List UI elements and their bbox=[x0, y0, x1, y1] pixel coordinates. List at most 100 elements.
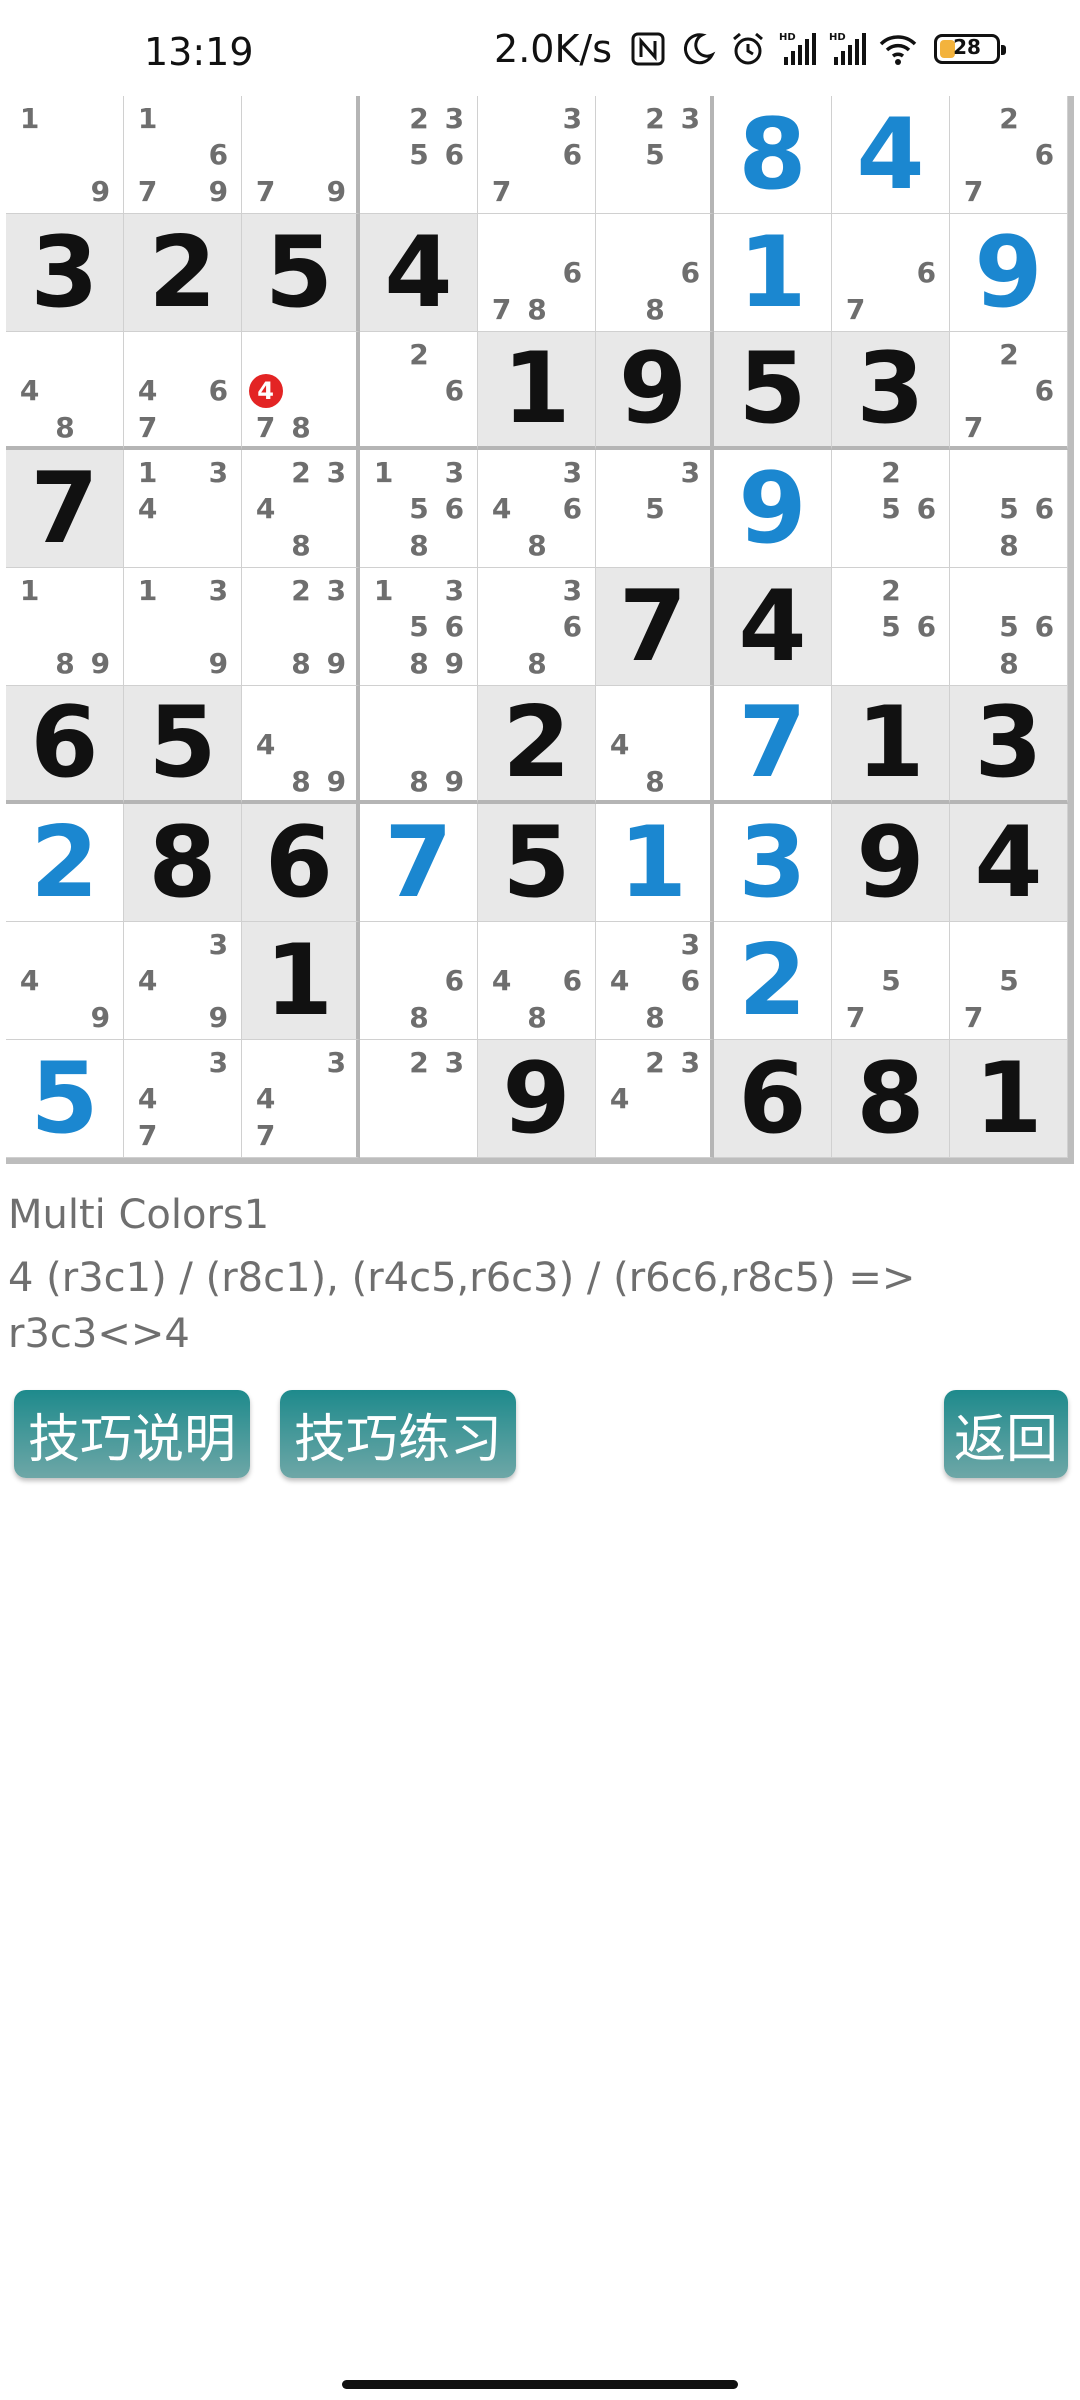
cell-r5c3[interactable]: 23 89 bbox=[242, 568, 360, 686]
cell-r8c5[interactable]: 4 68 bbox=[478, 922, 596, 1040]
cell-r9c3[interactable]: 3 47 bbox=[242, 1040, 360, 1158]
cell-r5c4[interactable]: 1 35689 bbox=[360, 568, 478, 686]
cell-r6c2[interactable]: 5 bbox=[124, 686, 242, 804]
cell-r9c5[interactable]: 9 bbox=[478, 1040, 596, 1158]
cell-r4c1[interactable]: 7 bbox=[6, 450, 124, 568]
cell-r8c2[interactable]: 3 4 9 bbox=[124, 922, 242, 1040]
technique-explanation-button[interactable]: 技巧说明 bbox=[14, 1390, 250, 1478]
cell-r2c4[interactable]: 4 bbox=[360, 214, 478, 332]
cell-r2c3[interactable]: 5 bbox=[242, 214, 360, 332]
candidate-slot-empty bbox=[956, 572, 991, 609]
cell-r4c4[interactable]: 1 3568 bbox=[360, 450, 478, 568]
cell-r9c1[interactable]: 5 bbox=[6, 1040, 124, 1158]
cell-r7c9[interactable]: 4 bbox=[950, 804, 1068, 922]
cell-r5c8[interactable]: 256 bbox=[832, 568, 950, 686]
cell-r1c8[interactable]: 4 bbox=[832, 96, 950, 214]
cell-r7c6[interactable]: 1 bbox=[596, 804, 714, 922]
cell-r6c4[interactable]: 89 bbox=[360, 686, 478, 804]
cell-r5c5[interactable]: 368 bbox=[478, 568, 596, 686]
cell-r3c5[interactable]: 1 bbox=[478, 332, 596, 450]
candidate-grid: 4 6 7 bbox=[130, 336, 236, 446]
cell-r3c9[interactable]: 26 7 bbox=[950, 332, 1068, 450]
cell-r2c5[interactable]: 6 78 bbox=[478, 214, 596, 332]
cell-r8c7[interactable]: 2 bbox=[714, 922, 832, 1040]
cell-r4c5[interactable]: 3 4 68 bbox=[478, 450, 596, 568]
cell-r8c1[interactable]: 49 bbox=[6, 922, 124, 1040]
cell-r4c2[interactable]: 1 3 4 bbox=[124, 450, 242, 568]
cell-r4c7[interactable]: 9 bbox=[714, 450, 832, 568]
cell-r1c3[interactable]: 79 bbox=[242, 96, 360, 214]
cell-r1c4[interactable]: 2356 bbox=[360, 96, 478, 214]
cell-r6c1[interactable]: 6 bbox=[6, 686, 124, 804]
candidate-grid: 256 bbox=[838, 572, 944, 682]
cell-r6c6[interactable]: 48 bbox=[596, 686, 714, 804]
cell-r4c6[interactable]: 35 bbox=[596, 450, 714, 568]
cell-r3c8[interactable]: 3 bbox=[832, 332, 950, 450]
cell-r3c4[interactable]: 26 bbox=[360, 332, 478, 450]
cell-r5c2[interactable]: 1 3 9 bbox=[124, 568, 242, 686]
cell-r6c5[interactable]: 2 bbox=[478, 686, 596, 804]
candidate-slot-empty bbox=[165, 454, 200, 491]
technique-practice-button[interactable]: 技巧练习 bbox=[280, 1390, 516, 1478]
cell-r9c7[interactable]: 6 bbox=[714, 1040, 832, 1158]
cell-r7c3[interactable]: 6 bbox=[242, 804, 360, 922]
cell-r3c3[interactable]: 478 bbox=[242, 332, 360, 450]
cell-r1c5[interactable]: 36 7 bbox=[478, 96, 596, 214]
cell-r6c3[interactable]: 489 bbox=[242, 686, 360, 804]
cell-r2c9[interactable]: 9 bbox=[950, 214, 1068, 332]
cell-r6c9[interactable]: 3 bbox=[950, 686, 1068, 804]
cell-r7c2[interactable]: 8 bbox=[124, 804, 242, 922]
candidate: 6 bbox=[562, 138, 583, 172]
cell-r7c4[interactable]: 7 bbox=[360, 804, 478, 922]
cell-r3c1[interactable]: 48 bbox=[6, 332, 124, 450]
cell-r6c7[interactable]: 7 bbox=[714, 686, 832, 804]
candidate-slot-empty bbox=[484, 645, 519, 682]
cell-r9c8[interactable]: 8 bbox=[832, 1040, 950, 1158]
cell-r1c2[interactable]: 1679 bbox=[124, 96, 242, 214]
cell-r1c6[interactable]: 235 bbox=[596, 96, 714, 214]
cell-r3c7[interactable]: 5 bbox=[714, 332, 832, 450]
cell-r9c4[interactable]: 23 bbox=[360, 1040, 478, 1158]
cell-r5c7[interactable]: 4 bbox=[714, 568, 832, 686]
cell-r7c8[interactable]: 9 bbox=[832, 804, 950, 922]
cell-r9c6[interactable]: 23 4 bbox=[596, 1040, 714, 1158]
cell-r7c1[interactable]: 2 bbox=[6, 804, 124, 922]
candidate-slot-empty bbox=[47, 137, 82, 174]
cell-r5c6[interactable]: 7 bbox=[596, 568, 714, 686]
cell-r2c1[interactable]: 3 bbox=[6, 214, 124, 332]
candidate-slot-empty bbox=[248, 336, 283, 373]
cell-r6c8[interactable]: 1 bbox=[832, 686, 950, 804]
cell-r9c9[interactable]: 1 bbox=[950, 1040, 1068, 1158]
cell-r7c5[interactable]: 5 bbox=[478, 804, 596, 922]
cell-r9c2[interactable]: 3 47 bbox=[124, 1040, 242, 1158]
cell-r1c7[interactable]: 8 bbox=[714, 96, 832, 214]
cell-r1c1[interactable]: 19 bbox=[6, 96, 124, 214]
candidate-grid: 1 3 4 bbox=[130, 454, 236, 564]
sudoku-board[interactable]: 1916797923563672358426732546786816794846… bbox=[6, 96, 1074, 1164]
cell-r7c7[interactable]: 3 bbox=[714, 804, 832, 922]
cell-r2c2[interactable]: 2 bbox=[124, 214, 242, 332]
cell-r8c9[interactable]: 57 bbox=[950, 922, 1068, 1040]
cell-r2c8[interactable]: 67 bbox=[832, 214, 950, 332]
home-indicator[interactable] bbox=[342, 2380, 738, 2389]
cell-r8c6[interactable]: 3 4 68 bbox=[596, 922, 714, 1040]
cell-r8c4[interactable]: 68 bbox=[360, 922, 478, 1040]
cell-r5c9[interactable]: 568 bbox=[950, 568, 1068, 686]
cell-r5c1[interactable]: 1 89 bbox=[6, 568, 124, 686]
cell-r2c7[interactable]: 1 bbox=[714, 214, 832, 332]
candidate-slot-empty bbox=[1027, 645, 1062, 682]
cell-r3c6[interactable]: 9 bbox=[596, 332, 714, 450]
back-button[interactable]: 返回 bbox=[944, 1390, 1068, 1478]
cell-r2c6[interactable]: 68 bbox=[596, 214, 714, 332]
candidate-slot-empty bbox=[637, 690, 672, 727]
cell-r8c3[interactable]: 1 bbox=[242, 922, 360, 1040]
candidate: 5 bbox=[645, 492, 665, 526]
candidate-slot-empty bbox=[248, 454, 283, 491]
cell-r8c8[interactable]: 57 bbox=[832, 922, 950, 1040]
cell-r4c9[interactable]: 568 bbox=[950, 450, 1068, 568]
cell-r1c9[interactable]: 26 7 bbox=[950, 96, 1068, 214]
cell-r3c2[interactable]: 4 6 7 bbox=[124, 332, 242, 450]
cell-r4c8[interactable]: 256 bbox=[832, 450, 950, 568]
status-time: 13:19 bbox=[144, 30, 254, 74]
cell-r4c3[interactable]: 23 48 bbox=[242, 450, 360, 568]
